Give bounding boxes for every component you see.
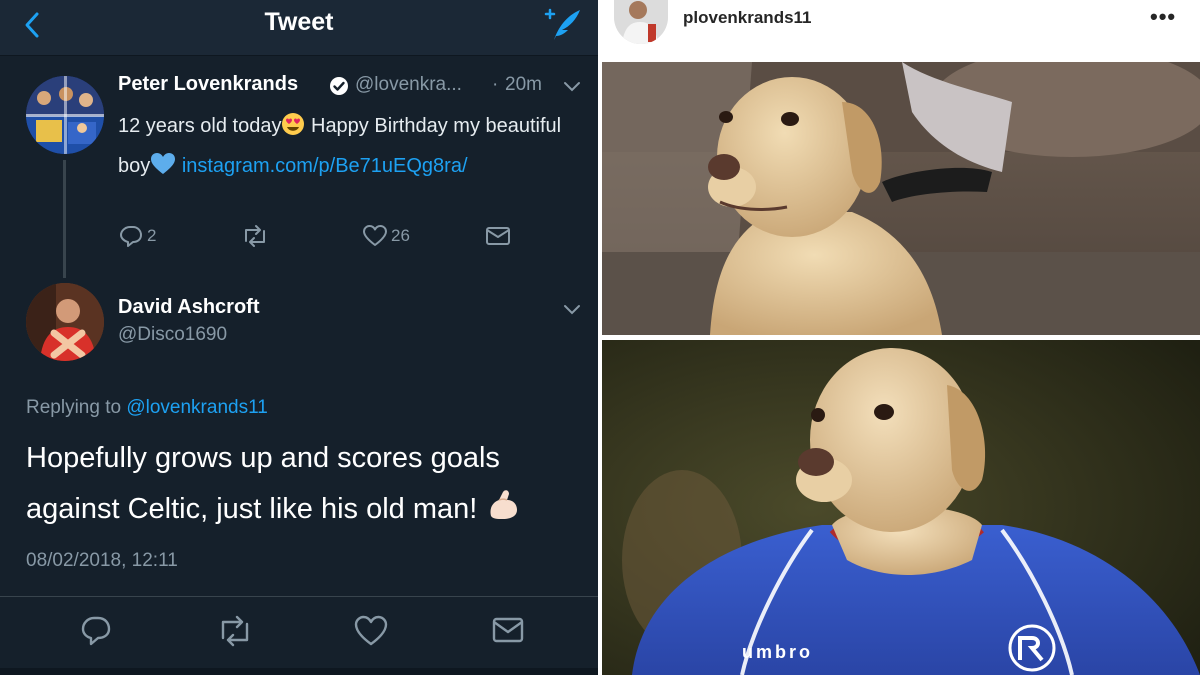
- replying-prefix: Replying to: [26, 397, 127, 418]
- post-photo-dog-on-sofa[interactable]: [602, 62, 1200, 335]
- author-handle[interactable]: @lovenkra...: [355, 74, 462, 96]
- retweet-icon: [245, 225, 265, 247]
- tweet-text-part1: 12 years old today: [118, 115, 282, 137]
- reply-button[interactable]: 2: [118, 223, 156, 249]
- author-name[interactable]: Peter Lovenkrands: [118, 73, 298, 96]
- compose-tweet-icon[interactable]: [540, 4, 584, 44]
- avatar[interactable]: [26, 283, 104, 361]
- post-photo-dog-in-rangers-kit[interactable]: umbro: [602, 340, 1200, 675]
- divider: [0, 596, 598, 597]
- like-count: 26: [391, 226, 410, 245]
- reply-button[interactable]: [78, 613, 114, 649]
- instagram-username[interactable]: plovenkrands11: [683, 8, 812, 28]
- author-name[interactable]: David Ashcroft: [118, 296, 260, 319]
- thread-line: [63, 160, 66, 278]
- chevron-down-icon[interactable]: [563, 80, 581, 94]
- page-title: Tweet: [264, 8, 334, 36]
- more-options-icon[interactable]: •••: [1150, 4, 1176, 30]
- blue-heart-emoji-icon: [150, 152, 176, 188]
- retweet-icon: [221, 615, 249, 647]
- tweet-text: 12 years old today Happy Birthday my bea…: [118, 108, 578, 188]
- like-button[interactable]: 26: [362, 223, 410, 249]
- reply-count: 2: [147, 226, 157, 245]
- twitter-panel: Tweet Peter Lovenkrands @lovenkra... · 2…: [0, 0, 598, 675]
- flexed-biceps-emoji-icon: [485, 486, 521, 539]
- heart-eyes-emoji-icon: [281, 112, 305, 148]
- chevron-down-icon[interactable]: [563, 303, 581, 317]
- tweet-time[interactable]: 20m: [505, 74, 542, 96]
- heart-icon: [363, 225, 387, 246]
- tweet-header: Tweet: [0, 0, 598, 56]
- replying-to: Replying to @lovenkrands11: [26, 397, 268, 419]
- tweet-timestamp: 08/02/2018, 12:11: [26, 550, 178, 571]
- retweet-button[interactable]: [240, 223, 273, 249]
- verified-badge-icon: [329, 76, 349, 96]
- instagram-link[interactable]: instagram.com/p/Be71uEQg8ra/: [182, 155, 468, 177]
- mention-link[interactable]: @lovenkrands11: [126, 397, 267, 418]
- reply-icon: [81, 616, 111, 646]
- reply-icon: [120, 226, 142, 247]
- author-handle[interactable]: @Disco1690: [118, 324, 227, 346]
- avatar[interactable]: [26, 76, 104, 154]
- like-button[interactable]: [353, 613, 389, 649]
- tweet-text: Hopefully grows up and scores goals agai…: [26, 433, 586, 539]
- time-separator: ·: [492, 74, 499, 95]
- envelope-icon: [486, 227, 510, 245]
- envelope-icon: [492, 617, 524, 643]
- share-dm-button[interactable]: [484, 223, 515, 249]
- tweet-text-body: Hopefully grows up and scores goals agai…: [26, 442, 500, 525]
- share-dm-button[interactable]: [490, 613, 526, 649]
- retweet-button[interactable]: [215, 613, 251, 649]
- heart-icon: [354, 615, 388, 646]
- svg-text:umbro: umbro: [742, 642, 813, 662]
- bottom-edge: [0, 668, 598, 675]
